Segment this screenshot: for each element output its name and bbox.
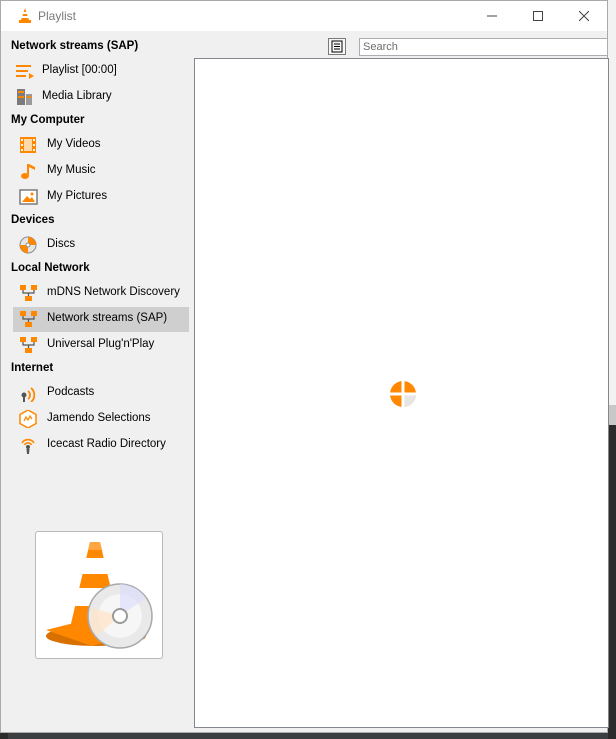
close-icon bbox=[579, 11, 589, 21]
sidebar-item-podcasts[interactable]: Podcasts bbox=[13, 381, 189, 405]
sidebar: Network streams (SAP) Playlist [00:00] M… bbox=[9, 37, 191, 727]
sidebar-item-label: Discs bbox=[47, 238, 76, 250]
sidebar-item-label: Podcasts bbox=[47, 386, 95, 398]
sidebar-item-label: Icecast Radio Directory bbox=[47, 438, 166, 450]
minimize-icon bbox=[487, 15, 497, 17]
jamendo-icon bbox=[19, 410, 37, 428]
sidebar-item-label: Media Library bbox=[42, 90, 112, 102]
vlc-cone-icon bbox=[19, 8, 31, 23]
minimize-button[interactable] bbox=[469, 1, 515, 31]
list-view-icon bbox=[331, 40, 343, 53]
sidebar-item-label: mDNS Network Discovery bbox=[47, 286, 180, 298]
picture-icon bbox=[19, 189, 38, 205]
music-note-icon bbox=[21, 164, 35, 179]
sidebar-item-label: Jamendo Selections bbox=[47, 412, 151, 424]
sidebar-item-label: Universal Plug'n'Play bbox=[47, 338, 155, 350]
sidebar-item-label: Network streams (SAP) bbox=[47, 312, 168, 324]
background-ide-edge bbox=[608, 0, 616, 739]
sidebar-item-icecast-radio-directory[interactable]: Icecast Radio Directory bbox=[13, 433, 189, 457]
podcast-icon bbox=[21, 387, 36, 402]
disc-icon bbox=[19, 236, 37, 254]
icecast-icon bbox=[21, 438, 35, 454]
sidebar-item-mdns-network-discovery[interactable]: mDNS Network Discovery bbox=[13, 281, 189, 305]
search-input[interactable] bbox=[359, 38, 608, 56]
sidebar-item-my-pictures[interactable]: My Pictures bbox=[13, 185, 189, 209]
playlist-icon bbox=[16, 65, 34, 79]
section-devices: Devices bbox=[11, 214, 55, 226]
sidebar-item-my-videos[interactable]: My Videos bbox=[13, 133, 189, 157]
sidebar-item-playlist[interactable]: Playlist [00:00] bbox=[13, 59, 189, 83]
sidebar-item-label: Playlist [00:00] bbox=[42, 64, 117, 76]
sidebar-item-jamendo-selections[interactable]: Jamendo Selections bbox=[13, 407, 189, 431]
album-art bbox=[35, 531, 163, 659]
sidebar-item-label: My Videos bbox=[47, 138, 101, 150]
media-library-icon bbox=[17, 89, 32, 105]
section-internet: Internet bbox=[11, 362, 54, 374]
sidebar-item-universal-plug-n-play[interactable]: Universal Plug'n'Play bbox=[13, 333, 189, 357]
view-mode-button[interactable] bbox=[328, 38, 346, 55]
window-title: Playlist bbox=[38, 9, 77, 23]
network-icon bbox=[20, 311, 37, 327]
section-my-computer: My Computer bbox=[11, 114, 85, 126]
sidebar-item-label: My Pictures bbox=[47, 190, 108, 202]
current-category-title: Network streams (SAP) bbox=[11, 40, 139, 52]
maximize-icon bbox=[533, 11, 543, 21]
playlist-window: Playlist Network streams (SAP) Playlist … bbox=[0, 0, 609, 733]
film-icon bbox=[20, 137, 36, 153]
network-icon bbox=[20, 285, 37, 301]
playlist-content-area[interactable] bbox=[194, 58, 609, 728]
sidebar-item-network-streams-sap[interactable]: Network streams (SAP) bbox=[13, 307, 189, 332]
network-icon bbox=[20, 337, 37, 353]
close-button[interactable] bbox=[561, 1, 607, 31]
sidebar-item-my-music[interactable]: My Music bbox=[13, 159, 189, 183]
section-local-network: Local Network bbox=[11, 262, 90, 274]
maximize-button[interactable] bbox=[515, 1, 561, 31]
loading-spinner-icon bbox=[390, 381, 416, 407]
sidebar-item-media-library[interactable]: Media Library bbox=[13, 85, 189, 109]
vlc-cone-art-icon bbox=[46, 542, 153, 649]
sidebar-item-discs[interactable]: Discs bbox=[13, 233, 189, 257]
sidebar-item-label: My Music bbox=[47, 164, 96, 176]
title-bar[interactable]: Playlist bbox=[1, 1, 607, 31]
